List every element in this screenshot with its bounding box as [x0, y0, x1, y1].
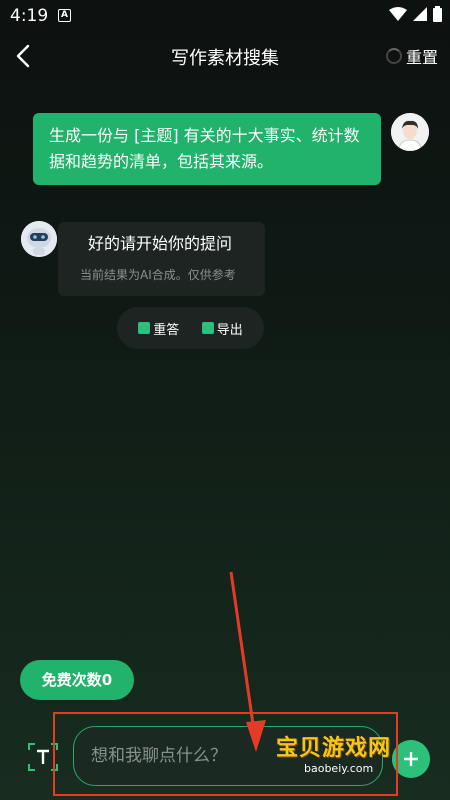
notification-icon: A: [58, 9, 71, 22]
free-count-button[interactable]: 免费次数0: [20, 660, 134, 700]
text-mode-icon[interactable]: [25, 740, 61, 774]
send-button[interactable]: [392, 740, 430, 778]
regenerate-label: 重答: [153, 322, 180, 338]
top-bar: 写作素材搜集 重置: [0, 32, 450, 80]
export-button[interactable]: 导出: [201, 319, 243, 338]
status-icons: [389, 6, 442, 22]
status-time: 4:19: [10, 6, 49, 26]
regenerate-button[interactable]: 重答: [138, 319, 179, 338]
export-label: 导出: [216, 322, 243, 338]
wifi-icon: [389, 7, 407, 21]
bot-avatar: [21, 221, 57, 257]
chat-input[interactable]: [73, 726, 383, 786]
message-actions: 重答 导出: [117, 307, 264, 349]
regenerate-icon: [138, 322, 151, 334]
export-icon: [201, 322, 214, 334]
battery-icon: [433, 6, 442, 22]
reset-label: 重置: [405, 48, 438, 67]
status-bar: 4:19 A: [0, 0, 450, 32]
user-avatar-icon: [391, 113, 429, 151]
signal-icon: [413, 7, 427, 21]
bot-message-bubble: 好的请开始你的提问 当前结果为AI合成。仅供参考: [58, 222, 265, 296]
reset-button[interactable]: 重置: [385, 44, 438, 68]
refresh-icon: [385, 48, 402, 64]
input-bar: [0, 710, 450, 800]
robot-icon: [21, 221, 57, 257]
bot-message-text: 好的请开始你的提问: [88, 234, 233, 253]
ai-disclaimer: 当前结果为AI合成。仅供参考: [80, 268, 236, 282]
user-avatar: [391, 113, 429, 151]
user-message-bubble: 生成一份与 [主题] 有关的十大事实、统计数据和趋势的清单，包括其来源。: [33, 113, 381, 185]
page-title: 写作素材搜集: [171, 48, 279, 69]
